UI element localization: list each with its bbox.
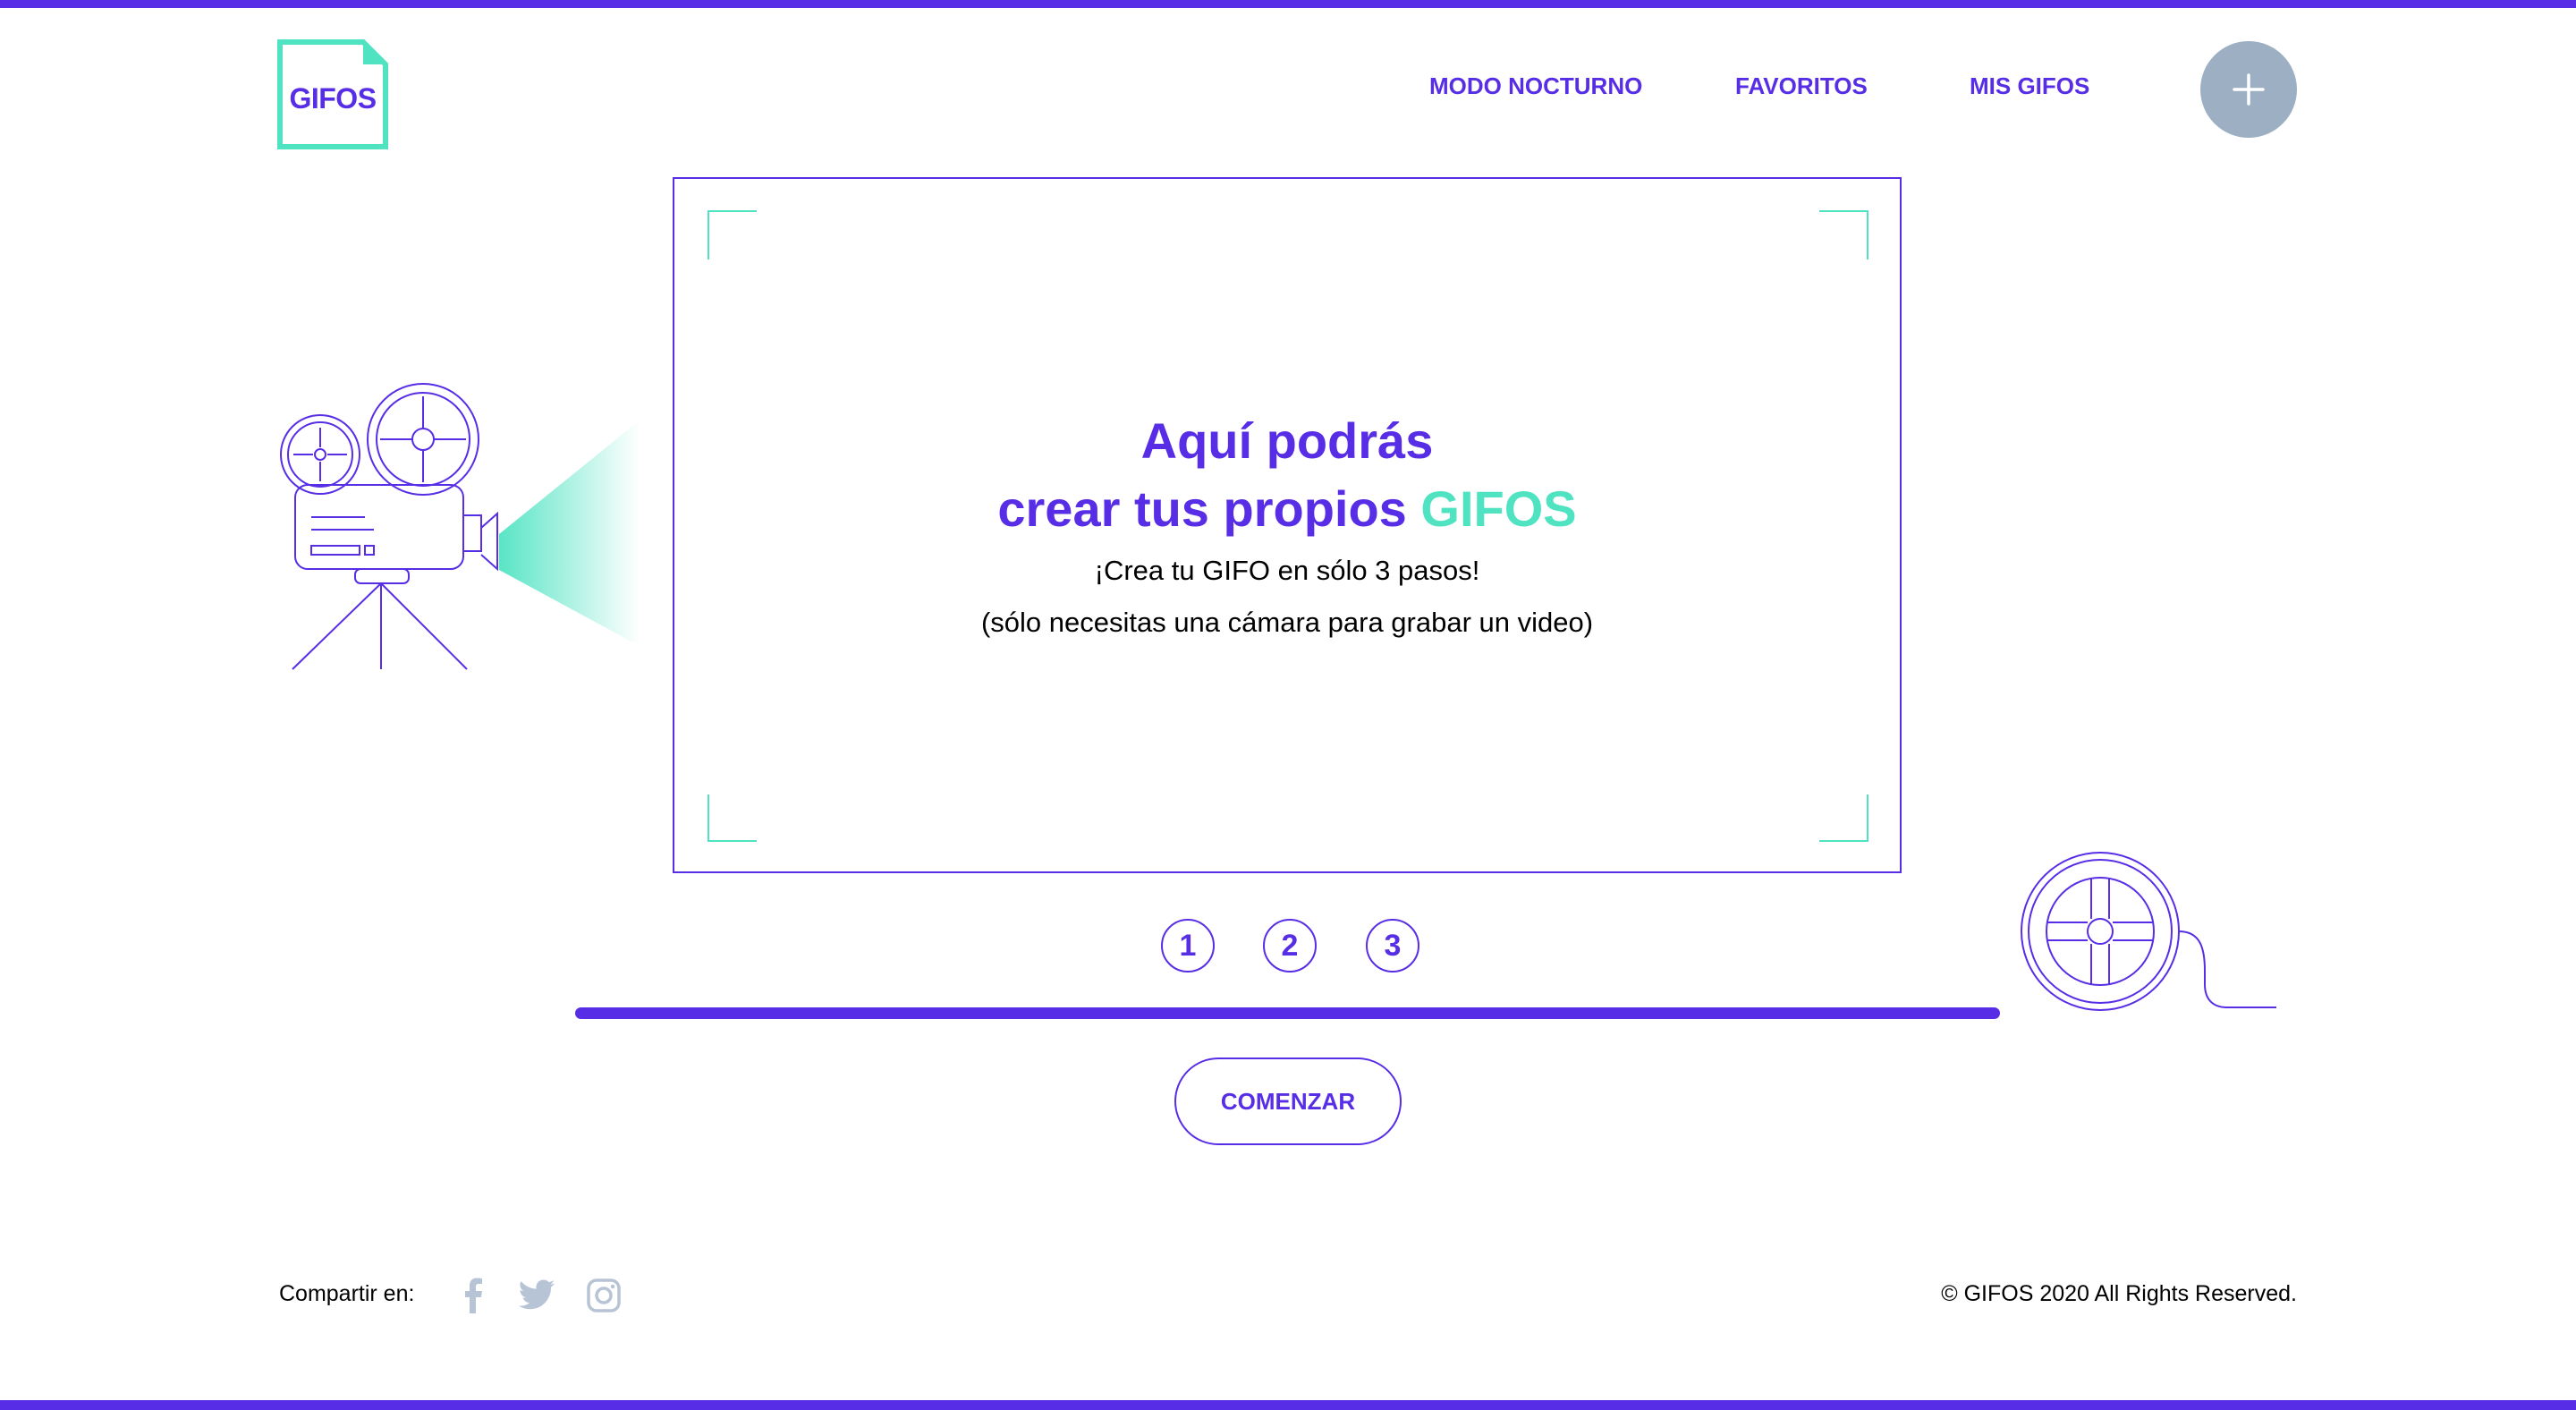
logo-text: GIFOS xyxy=(289,82,377,115)
progress-bar xyxy=(575,1007,2000,1019)
bottom-accent-bar xyxy=(0,1400,2576,1410)
subtitle-steps: ¡Crea tu GIFO en sólo 3 pasos! xyxy=(1094,555,1480,586)
nav-my-gifs[interactable]: MIS GIFOS xyxy=(1970,70,2089,102)
instagram-icon[interactable] xyxy=(584,1276,623,1315)
share-label: Compartir en: xyxy=(279,1281,415,1306)
copyright-text: © GIFOS 2020 All Rights Reserved. xyxy=(1941,1281,2297,1306)
step-1[interactable]: 1 xyxy=(1161,919,1215,973)
film-reel-illustration xyxy=(2021,852,2276,1011)
page-title-prefix: crear tus propios xyxy=(997,480,1407,537)
plus-icon xyxy=(2233,73,2265,106)
gifos-logo[interactable]: GIFOS xyxy=(277,39,388,149)
page-title-accent: GIFOS xyxy=(1420,480,1577,537)
film-camera-illustration xyxy=(280,383,640,670)
page-title-line2: crear tus propios GIFOS xyxy=(673,480,1902,538)
nav-night-mode[interactable]: MODO NOCTURNO xyxy=(1429,70,1642,102)
twitter-icon[interactable] xyxy=(517,1276,556,1315)
top-accent-bar xyxy=(0,0,2576,8)
step-3[interactable]: 3 xyxy=(1366,919,1419,973)
facebook-icon[interactable] xyxy=(454,1276,494,1315)
subtitle-camera-note: (sólo necesitas una cámara para grabar u… xyxy=(980,607,1594,638)
add-gif-button[interactable] xyxy=(2200,41,2297,138)
nav-favorites[interactable]: FAVORITOS xyxy=(1735,70,1868,102)
start-button[interactable]: COMENZAR xyxy=(1174,1058,1402,1145)
step-2[interactable]: 2 xyxy=(1263,919,1317,973)
page-title-line1: Aquí podrás xyxy=(1140,412,1434,469)
